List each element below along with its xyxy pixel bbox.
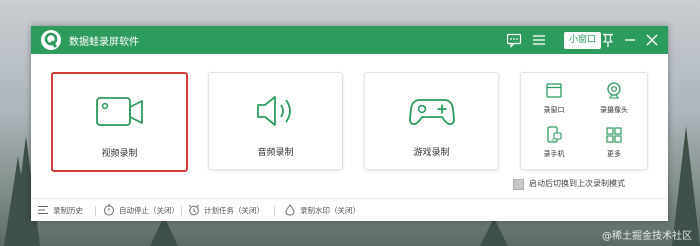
webcam-recording-item[interactable]: 录摄像头	[584, 77, 644, 123]
pin-icon[interactable]	[599, 31, 617, 49]
auto-switch-label: 启动后切换到上次录制模式	[529, 179, 625, 188]
auto-switch-checkbox[interactable]	[513, 179, 524, 190]
scheduled-task-label: 计划任务（关闭）	[204, 206, 264, 215]
footer-divider	[95, 206, 96, 216]
video-recording-label: 视频录制	[101, 149, 138, 159]
gamepad-icon	[409, 99, 455, 126]
app-logo-icon	[41, 30, 61, 50]
webcam-recording-label: 录摄像头	[600, 106, 628, 114]
game-recording-label: 游戏录制	[413, 148, 450, 158]
more-modes-item[interactable]: 更多	[584, 121, 644, 167]
grid-icon	[606, 127, 622, 143]
list-icon	[38, 206, 48, 214]
video-camera-icon	[96, 97, 143, 126]
chat-icon[interactable]	[505, 31, 523, 49]
audio-recording-card[interactable]: 音频录制	[208, 72, 343, 170]
more-modes-panel: 录窗口 录摄像头 录手机 更多	[520, 72, 648, 170]
site-watermark: @稀土掘金技术社区	[602, 231, 692, 242]
hamburger-icon[interactable]	[530, 31, 548, 49]
auto-stop-label: 自动停止（关闭）	[119, 206, 179, 215]
droplet-icon	[285, 204, 295, 216]
window-recording-item[interactable]: 录窗口	[524, 77, 584, 123]
app-window: 数据蛙录屏软件 小窗口 视频录制 音频录制 游戏录制 录窗口 录摄像头 录手机 …	[31, 26, 668, 221]
mini-mode-button[interactable]: 小窗口	[564, 32, 602, 49]
record-watermark-label: 录制水印（关闭）	[300, 206, 360, 215]
tree-decoration	[480, 218, 508, 246]
more-modes-label: 更多	[607, 150, 621, 158]
footer-divider	[274, 206, 275, 216]
title-bar[interactable]: 数据蛙录屏软件 小窗口	[31, 26, 668, 54]
alarm-clock-icon	[188, 204, 200, 216]
webcam-icon	[607, 82, 621, 99]
window-recording-label: 录窗口	[543, 106, 565, 114]
phone-recording-label: 录手机	[543, 150, 565, 158]
video-recording-card[interactable]: 视频录制	[51, 72, 188, 172]
speaker-icon	[257, 96, 291, 126]
game-recording-card[interactable]: 游戏录制	[364, 72, 499, 170]
footer-bar: 录制历史 自动停止（关闭） 计划任务（关闭） 录制水印（关闭）	[31, 198, 668, 222]
close-icon[interactable]	[643, 31, 661, 49]
footer-divider	[181, 206, 182, 216]
stopwatch-icon	[104, 204, 114, 216]
app-title: 数据蛙录屏软件	[69, 37, 139, 48]
phone-icon	[547, 126, 562, 143]
audio-recording-label: 音频录制	[257, 148, 294, 158]
phone-recording-item[interactable]: 录手机	[524, 121, 584, 167]
minimize-icon[interactable]	[621, 31, 639, 49]
window-icon	[546, 83, 562, 98]
record-history-label: 录制历史	[53, 206, 83, 215]
